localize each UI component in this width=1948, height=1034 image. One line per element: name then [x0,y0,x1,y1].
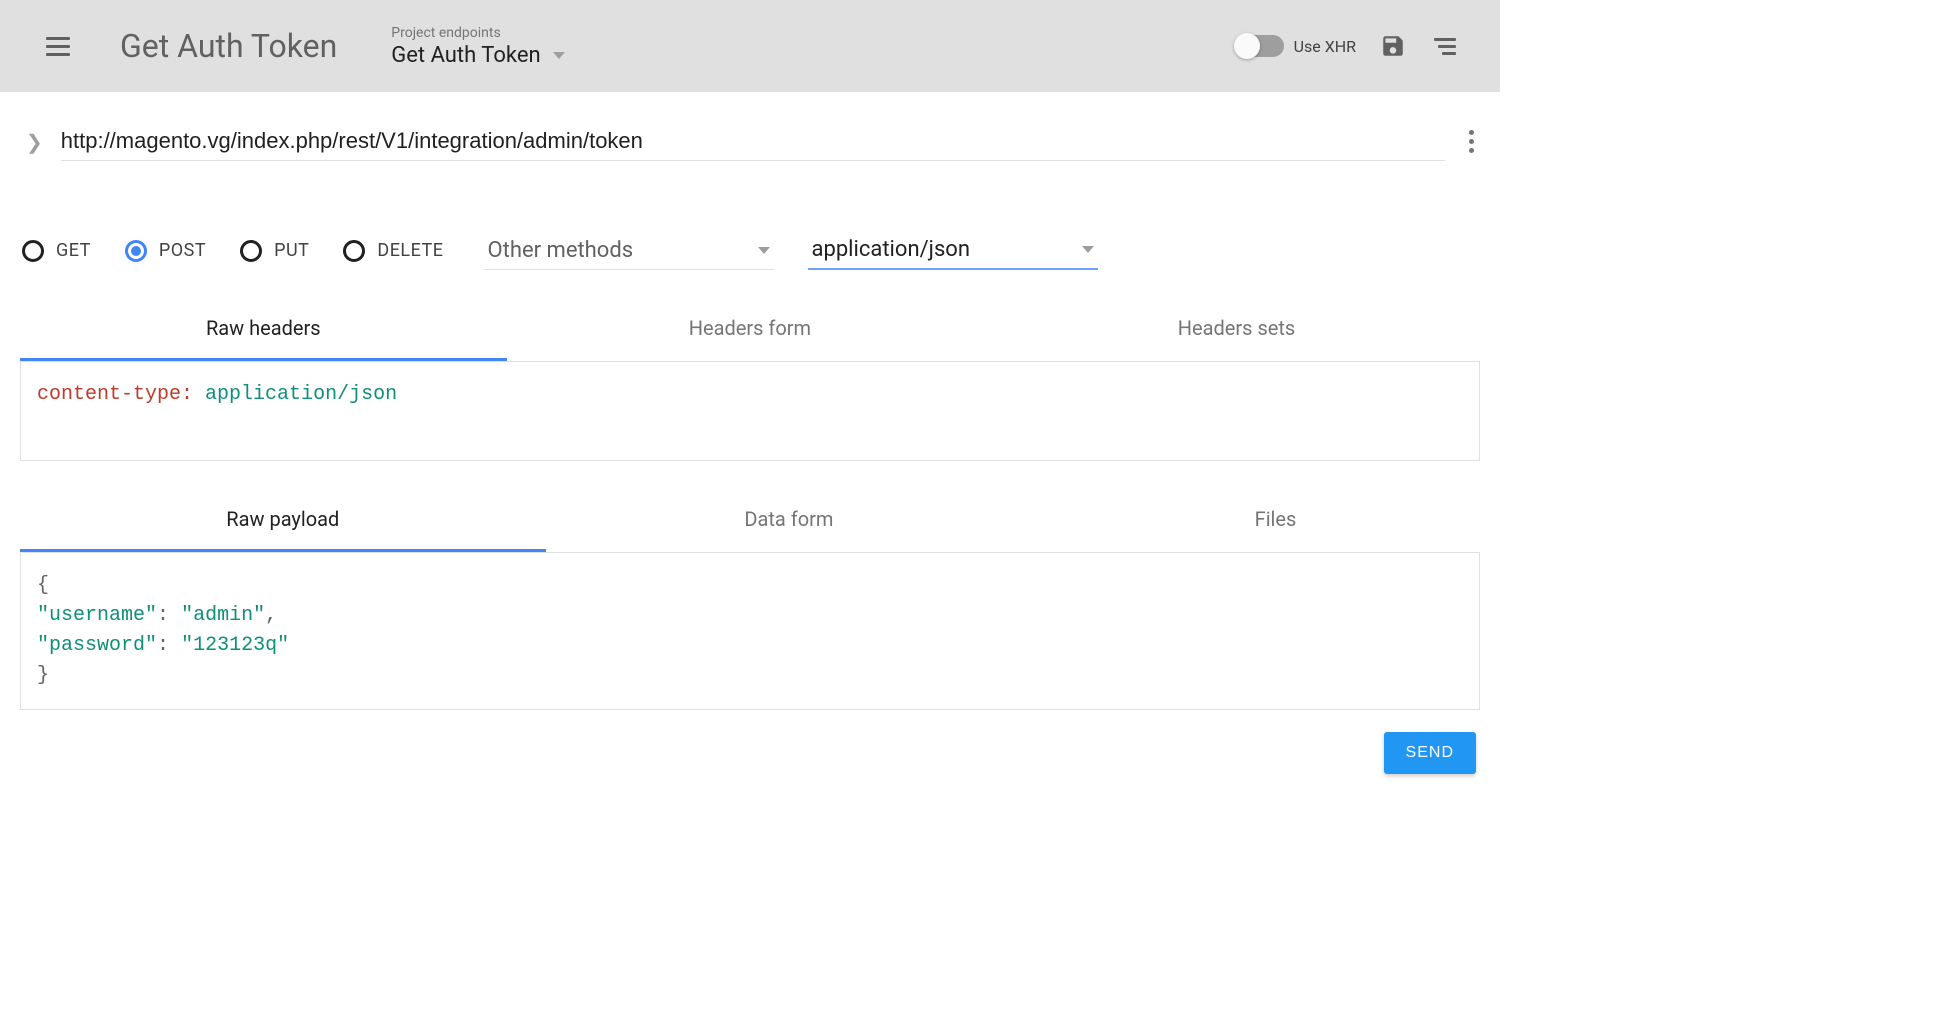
method-radio-delete[interactable]: DELETE [343,240,443,262]
content-type-select[interactable]: application/json [808,231,1098,270]
tab-raw-payload[interactable]: Raw payload [20,489,546,552]
url-input[interactable] [61,122,1445,161]
save-icon[interactable] [1380,33,1406,59]
endpoint-value: Get Auth Token [391,43,540,68]
chevron-right-icon[interactable]: ❯ [20,130,43,154]
endpoint-dropdown[interactable]: Project endpoints Get Auth Token [391,25,564,68]
format-icon[interactable] [1430,34,1460,59]
chevron-down-icon [553,52,565,59]
method-radio-post[interactable]: POST [125,240,206,262]
menu-icon[interactable] [40,31,76,62]
content-type-value: application/json [812,237,971,262]
other-methods-label: Other methods [488,238,634,263]
tab-headers-form[interactable]: Headers form [507,298,994,361]
more-options-icon[interactable] [1463,124,1480,159]
tab-files[interactable]: Files [1032,489,1519,552]
tab-data-form[interactable]: Data form [546,489,1033,552]
raw-payload-editor[interactable]: { "username": "admin", "password": "1231… [20,552,1480,710]
chevron-down-icon [1082,246,1094,253]
method-label: GET [56,240,91,261]
chevron-down-icon [758,247,770,254]
app-toolbar: Get Auth Token Project endpoints Get Aut… [0,0,1500,92]
tab-raw-headers[interactable]: Raw headers [20,298,507,361]
raw-headers-editor[interactable]: content-type: application/json [20,361,1480,461]
method-label: PUT [274,240,309,261]
use-xhr-label: Use XHR [1294,37,1356,56]
method-label: DELETE [377,240,443,261]
method-radio-put[interactable]: PUT [240,240,309,262]
tab-headers-sets[interactable]: Headers sets [993,298,1480,361]
send-button[interactable]: SEND [1384,732,1476,774]
method-label: POST [159,240,206,261]
page-title: Get Auth Token [120,27,337,65]
headers-tabs: Raw headers Headers form Headers sets [20,298,1480,361]
method-radio-get[interactable]: GET [22,240,91,262]
endpoint-label: Project endpoints [391,25,564,41]
use-xhr-toggle[interactable] [1236,35,1284,57]
other-methods-select[interactable]: Other methods [484,232,774,270]
payload-tabs: Raw payload Data form Files [20,489,1480,552]
